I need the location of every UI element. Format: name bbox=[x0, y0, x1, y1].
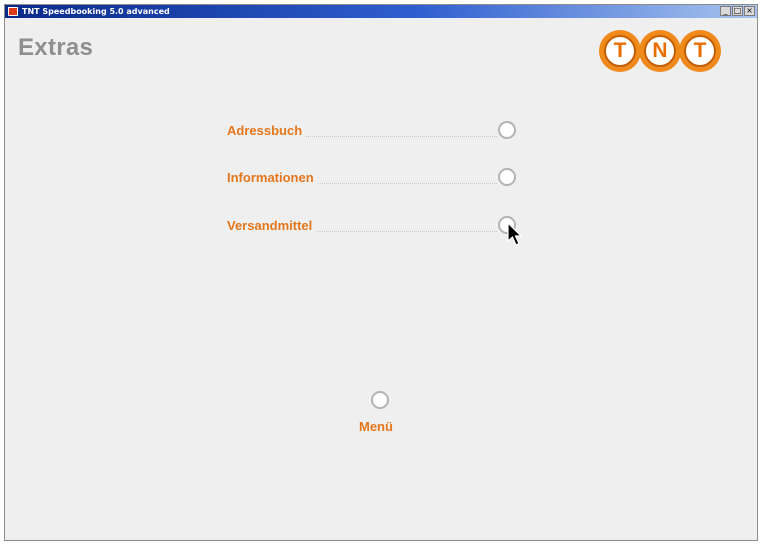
adressbuch-radio[interactable] bbox=[498, 121, 516, 139]
menu-button-label[interactable]: Menü bbox=[359, 419, 393, 434]
title-bar[interactable]: TNT Speedbooking 5.0 advanced _ □ × bbox=[5, 5, 757, 18]
menu-item-label[interactable]: Versandmittel bbox=[227, 218, 317, 233]
menu-radio[interactable] bbox=[371, 391, 389, 409]
close-button[interactable]: × bbox=[744, 6, 755, 16]
menu-item-adressbuch[interactable]: Adressbuch bbox=[227, 119, 527, 143]
window-title: TNT Speedbooking 5.0 advanced bbox=[22, 7, 170, 16]
informationen-radio[interactable] bbox=[498, 168, 516, 186]
logo-circle: T bbox=[599, 30, 641, 72]
app-window: TNT Speedbooking 5.0 advanced _ □ × Extr… bbox=[4, 4, 758, 541]
menu-item-label[interactable]: Informationen bbox=[227, 170, 318, 185]
page-title: Extras bbox=[18, 34, 94, 61]
window-controls: _ □ × bbox=[720, 6, 755, 16]
menu-item-informationen[interactable]: Informationen bbox=[227, 166, 527, 190]
logo-letter: T bbox=[684, 35, 716, 67]
tnt-logo: T N T bbox=[599, 30, 721, 72]
maximize-button[interactable]: □ bbox=[732, 6, 743, 16]
menu-item-label[interactable]: Adressbuch bbox=[227, 123, 307, 138]
logo-circle: N bbox=[639, 30, 681, 72]
logo-letter: N bbox=[644, 35, 676, 67]
mouse-cursor-icon bbox=[507, 222, 523, 246]
menu-item-versandmittel[interactable]: Versandmittel bbox=[227, 214, 527, 238]
app-icon bbox=[8, 7, 18, 16]
logo-circle: T bbox=[679, 30, 721, 72]
minimize-button[interactable]: _ bbox=[720, 6, 731, 16]
logo-letter: T bbox=[604, 35, 636, 67]
